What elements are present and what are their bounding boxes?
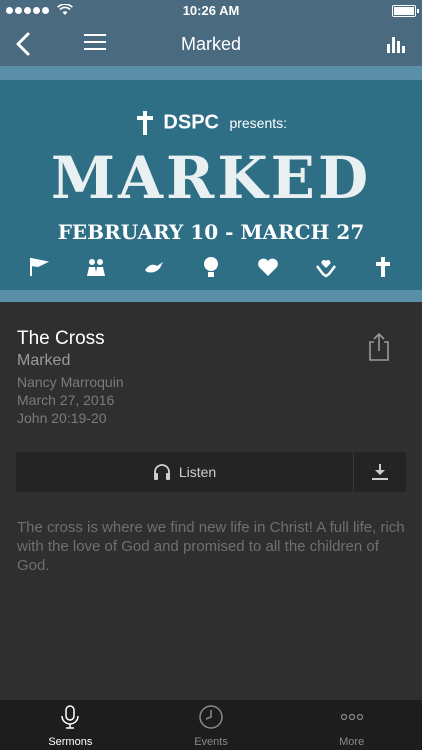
cross-logo-icon <box>136 111 153 135</box>
tab-events-label: Events <box>194 736 228 748</box>
nav-bar: Marked <box>0 22 422 66</box>
ellipsis-icon <box>340 713 363 721</box>
tab-sermons[interactable]: Sermons <box>0 700 141 750</box>
bar-chart-icon[interactable] <box>386 34 406 54</box>
tab-more[interactable]: More <box>281 700 422 750</box>
sermon-reference: John 20:19-20 <box>17 410 107 426</box>
sermon-date: March 27, 2016 <box>17 392 115 408</box>
sermon-title: The Cross <box>17 328 105 349</box>
download-icon <box>372 464 388 480</box>
series-banner: DSPC presents: MARKED FEBRUARY 10 - MARC… <box>0 66 422 302</box>
download-button[interactable] <box>354 452 406 492</box>
sermon-speaker: Nancy Marroquin <box>17 374 124 390</box>
people-icon <box>85 256 107 278</box>
listen-button[interactable]: Listen <box>16 452 353 492</box>
headphones-icon <box>153 464 170 480</box>
sermon-details: The Cross Marked Nancy Marroquin March 2… <box>0 302 422 700</box>
banner-dates: FEBRUARY 10 - MARCH 27 <box>57 220 365 244</box>
listen-label: Listen <box>178 464 217 480</box>
battery-icon <box>392 5 419 17</box>
microphone-icon <box>61 705 80 729</box>
page-title: Marked <box>180 34 242 54</box>
banner-artwork: DSPC presents: MARKED FEBRUARY 10 - MARC… <box>0 80 422 290</box>
tab-events[interactable]: Events <box>141 700 282 750</box>
hands-heart-icon <box>315 256 337 278</box>
balloon-icon <box>200 256 222 278</box>
tab-more-label: More <box>339 736 365 748</box>
tab-sermons-label: Sermons <box>48 736 93 748</box>
share-icon[interactable] <box>366 332 392 362</box>
dove-icon <box>143 256 165 278</box>
status-bar: 10:26 AM <box>0 0 422 22</box>
banner-presents: presents: <box>229 115 288 131</box>
flag-icon <box>28 256 50 278</box>
cross-icon <box>372 256 394 278</box>
banner-icons <box>28 256 394 278</box>
banner-brand: DSPC presents: <box>0 110 422 136</box>
sermon-series[interactable]: Marked <box>17 352 70 370</box>
sermon-description: The cross is where we find new life in C… <box>17 519 405 574</box>
tab-bar: Sermons Events More <box>0 700 422 750</box>
sermon-actions: Listen <box>16 452 406 492</box>
banner-brand-name: DSPC <box>163 111 219 134</box>
banner-headline: MARKED <box>50 144 372 212</box>
clock-icon <box>199 705 223 729</box>
status-time: 10:26 AM <box>182 3 240 18</box>
handshake-heart-icon <box>257 256 279 278</box>
